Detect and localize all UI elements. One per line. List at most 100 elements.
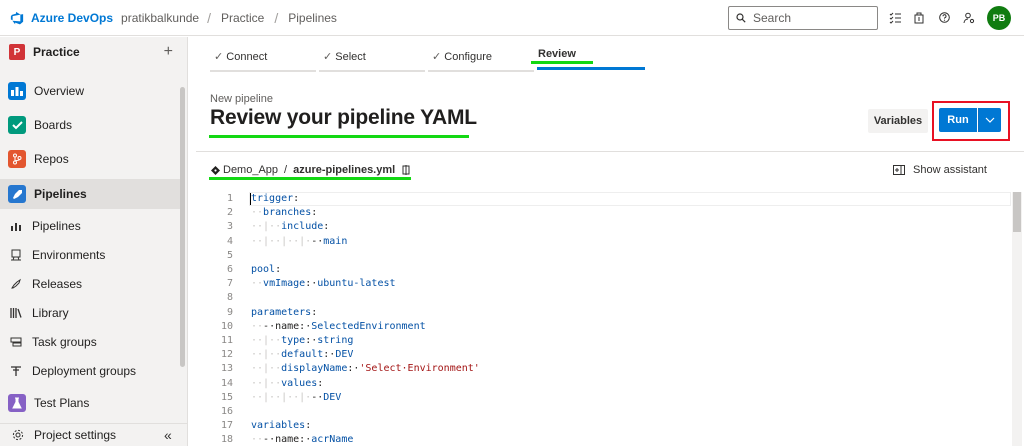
project-header[interactable]: P Practice: [0, 37, 187, 67]
sidebar-item-boards[interactable]: Boards: [0, 111, 180, 139]
project-badge: P: [9, 44, 25, 60]
tab-label: Select: [335, 51, 366, 63]
line-number: 12: [220, 349, 233, 361]
add-icon[interactable]: +: [164, 43, 173, 61]
check-icon: ✓: [432, 51, 442, 63]
tab-label: Review: [538, 48, 576, 60]
line-number: 10: [220, 320, 233, 332]
deployment-groups-icon: [10, 365, 22, 377]
tab-select[interactable]: ✓ Select: [323, 50, 366, 63]
sidebar-item-pipelines[interactable]: Pipelines: [0, 179, 180, 209]
code-text: ··|··|··|·-·DEV: [251, 392, 341, 403]
yaml-key: branches: [263, 207, 312, 219]
task-groups-icon: [10, 336, 22, 348]
code-text: ··branches:: [251, 207, 317, 218]
yaml-key: displayName: [281, 363, 348, 375]
show-assistant-button[interactable]: Show assistant: [893, 164, 987, 176]
line-number: 14: [220, 377, 233, 389]
tab-configure[interactable]: ✓ Configure: [432, 50, 492, 63]
breadcrumb-organization[interactable]: pratikbalkunde: [121, 11, 199, 25]
sidebar-subitem-library[interactable]: Library: [0, 300, 180, 326]
yaml-key: trigger: [251, 193, 294, 204]
breadcrumb-pipelines[interactable]: Pipelines: [288, 11, 337, 25]
collapse-sidebar-icon[interactable]: «: [164, 427, 172, 443]
sidebar-item-label: Environments: [32, 248, 106, 262]
breadcrumb-separator: /: [274, 9, 279, 26]
tab-connect-line: [210, 70, 316, 72]
rename-pencil-icon[interactable]: [401, 165, 411, 175]
sidebar-item-label: Task groups: [32, 335, 97, 349]
line-number: 13: [220, 363, 233, 375]
yaml-punct: :·: [305, 278, 318, 290]
code-editor[interactable]: 1 trigger: 2 ··branches: 3 ··|··include: 4 ··|·…: [196, 190, 1022, 446]
check-icon: ✓: [323, 51, 333, 63]
code-text: variables:: [251, 420, 311, 431]
yaml-key: vmImage: [263, 278, 306, 290]
line-number: 7: [226, 278, 233, 290]
sidebar-item-overview[interactable]: Overview: [0, 77, 180, 105]
task-list-icon[interactable]: [889, 12, 901, 24]
indent-guide: ··|··: [251, 363, 282, 375]
variables-button[interactable]: Variables: [868, 109, 928, 133]
sidebar-item-project-settings[interactable]: Project settings «: [0, 423, 188, 446]
breadcrumb-project[interactable]: Practice: [221, 11, 264, 25]
azure-devops-logo-icon[interactable]: [10, 11, 24, 25]
line-number: 3: [226, 221, 233, 233]
assistant-panel-icon: [893, 165, 905, 175]
check-icon: ✓: [214, 51, 224, 63]
yaml-key: default: [281, 349, 324, 361]
sidebar-item-test-plans[interactable]: Test Plans: [0, 389, 180, 417]
marketplace-bag-icon[interactable]: [914, 11, 924, 24]
sidebar-subitem-deployment-groups[interactable]: Deployment groups: [0, 358, 180, 384]
sidebar-scrollbar[interactable]: [180, 87, 185, 367]
tab-label: Configure: [444, 51, 492, 63]
yaml-punct: -·name:·: [263, 434, 312, 446]
help-icon[interactable]: [939, 12, 950, 23]
sidebar-item-label: Pipelines: [32, 219, 81, 233]
indent-guide: ··: [251, 278, 264, 290]
yaml-punct: :·: [323, 349, 336, 361]
editor-scrollbar-thumb[interactable]: [1013, 192, 1021, 232]
search-placeholder: Search: [753, 11, 792, 25]
sidebar-item-label: Overview: [34, 84, 85, 98]
code-text: ··|··|··|·-·main: [251, 236, 347, 247]
sidebar-subitem-task-groups[interactable]: Task groups: [0, 329, 180, 355]
yaml-punct: :·: [305, 335, 318, 346]
search-input[interactable]: Search: [728, 6, 878, 30]
run-dropdown-button[interactable]: [978, 108, 1001, 132]
code-text: trigger:: [251, 193, 299, 204]
project-settings-label: Project settings: [34, 428, 117, 442]
line-number: 1: [226, 193, 233, 204]
tab-connect[interactable]: ✓ Connect: [214, 50, 267, 63]
yaml-key: parameters: [251, 306, 312, 318]
indent-guide: ··: [251, 434, 264, 446]
overview-icon: [8, 82, 26, 100]
sidebar-item-repos[interactable]: Repos: [0, 145, 180, 173]
line-number: 11: [220, 335, 233, 346]
repo-name[interactable]: Demo_App: [223, 164, 278, 176]
sidebar-subitem-pipelines[interactable]: Pipelines: [0, 213, 180, 239]
path-separator: /: [284, 164, 288, 176]
line-number: 18: [220, 434, 233, 446]
indent-guide: ··|··: [251, 221, 282, 233]
sidebar-subitem-environments[interactable]: Environments: [0, 242, 180, 268]
avatar[interactable]: PB: [987, 6, 1011, 30]
brand-link[interactable]: Azure DevOps: [31, 11, 113, 25]
file-path: Demo_App / azure-pipelines.yml: [211, 164, 411, 176]
run-button[interactable]: Run: [939, 108, 977, 132]
user-settings-icon[interactable]: [963, 12, 975, 24]
code-text: pool:: [251, 264, 281, 275]
sidebar-item-label: Library: [32, 306, 69, 320]
file-name[interactable]: azure-pipelines.yml: [293, 164, 395, 176]
line-number: 8: [226, 292, 233, 304]
sidebar-subitem-releases[interactable]: Releases: [0, 271, 180, 297]
code-text: ··-·name:·acrName: [251, 434, 353, 445]
pipelines-sub-icon: [10, 220, 22, 232]
code-text: ··-·name:·SelectedEnvironment: [251, 321, 426, 332]
tab-review[interactable]: Review: [538, 48, 576, 60]
yaml-key: include: [281, 221, 324, 233]
line-number: 4: [226, 235, 233, 247]
yaml-punct: -·name:·: [263, 320, 312, 332]
code-text: ··|··displayName:·'Select·Environment': [251, 363, 480, 374]
yaml-punct: :: [311, 207, 318, 219]
